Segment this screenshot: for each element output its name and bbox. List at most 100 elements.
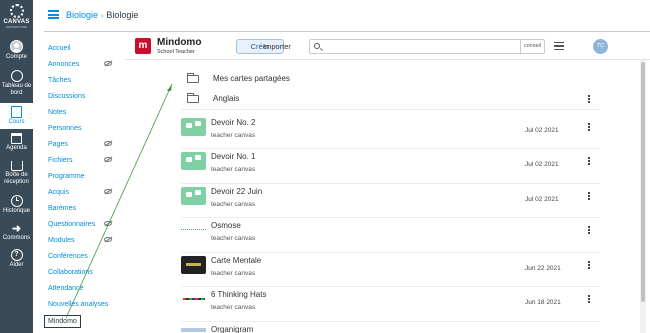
canvas-logo-subtext: INSTRUCTURE [5, 25, 28, 29]
search-input[interactable]: conseil [309, 39, 545, 54]
mindomo-logo-letter: m [138, 40, 148, 51]
more-options-icon[interactable] [588, 226, 590, 234]
course-nav-label: Tâches [48, 77, 71, 84]
map-thumbnail [181, 221, 206, 239]
course-nav-item-notes[interactable]: Notes [48, 109, 116, 116]
search-tip-button[interactable]: conseil [519, 40, 544, 53]
hidden-eye-icon [104, 237, 112, 242]
nav-courses-label: Cours [8, 119, 25, 125]
inbox-icon [10, 161, 23, 171]
map-date: Jun 22 2021 [525, 265, 561, 272]
nav-inbox-label: Boîte de réception [4, 172, 29, 185]
course-nav-item-collaborations[interactable]: Collaborations [48, 269, 116, 276]
course-nav-label: Accueil [48, 45, 71, 52]
breadcrumb-course-link[interactable]: Biologie [66, 10, 98, 20]
course-nav-label: Fichiers [48, 157, 73, 164]
commons-arrow-icon: ➜ [11, 223, 22, 235]
map-row[interactable]: Devoir No. 1 teacher canvas Jul 02 2021 [181, 149, 601, 184]
map-thumbnail [181, 325, 206, 333]
map-row[interactable]: Devoir No. 2 teacher canvas Jul 02 2021 [181, 115, 601, 149]
course-nav-item-annonces[interactable]: Annonces [48, 61, 116, 68]
map-title: Devoir No. 1 [211, 152, 256, 161]
import-button[interactable]: Importer [263, 42, 291, 51]
nav-commons-label: Commons [2, 235, 31, 241]
scrollbar-thumb[interactable] [641, 62, 645, 302]
course-nav-item-programme[interactable]: Programme [48, 173, 116, 180]
map-row[interactable]: Organigram [181, 322, 601, 333]
canvas-logo[interactable]: CANVAS INSTRUCTURE [0, 4, 33, 29]
nav-dashboard[interactable]: Tableau de bord [0, 70, 33, 97]
canvas-logo-icon [9, 4, 24, 18]
map-thumbnail [181, 118, 206, 136]
mindomo-logo-icon: m [135, 38, 151, 54]
map-thumbnail [181, 256, 206, 274]
breadcrumb-current: Biologie [106, 10, 139, 20]
course-nav-label: Collaborations [48, 269, 93, 276]
nav-account-label: Compte [5, 54, 27, 60]
course-header: Biologie › Biologie [33, 0, 650, 32]
history-clock-icon [10, 195, 23, 207]
map-owner: teacher canvas [211, 304, 256, 311]
map-thumbnail [181, 290, 206, 308]
menu-icon[interactable] [554, 42, 564, 50]
folder-icon [187, 93, 199, 103]
course-nav-item-acquis[interactable]: Acquis [48, 189, 116, 196]
nav-account[interactable]: Compte [0, 40, 33, 61]
nav-calendar[interactable]: Agenda [0, 133, 33, 152]
course-nav-item-nouvelles-analyses[interactable]: Nouvelles analyses [48, 301, 116, 308]
map-title: Devoir 22 Juin [211, 187, 263, 196]
hidden-eye-icon [104, 157, 112, 162]
hamburger-menu-icon[interactable] [48, 10, 59, 19]
map-row[interactable]: 6 Thinking Hats teacher canvas Jun 18 20… [181, 287, 601, 322]
course-nav-label: Mindomo [48, 318, 77, 325]
more-options-icon[interactable] [588, 295, 590, 303]
course-nav-item-mindomo[interactable]: Mindomo [44, 315, 81, 328]
map-date: Jul 02 2021 [525, 161, 559, 168]
map-title: Osmose [211, 221, 241, 230]
folder-icon [187, 73, 199, 83]
folder-row-shared[interactable]: Mes cartes partagées [181, 72, 601, 88]
course-nav-item-modules[interactable]: Modules [48, 237, 116, 244]
more-options-icon[interactable] [588, 95, 590, 103]
folder-title: Anglais [213, 94, 240, 103]
course-nav-label: Annonces [48, 61, 80, 68]
folder-row-anglais[interactable]: Anglais [181, 92, 601, 110]
map-row[interactable]: Carte Mentale teacher canvas Jun 22 2021 [181, 253, 601, 287]
course-nav-item-personnes[interactable]: Personnes [48, 125, 116, 132]
course-nav-label: Programme [48, 173, 85, 180]
nav-help-label: Aider [9, 262, 24, 268]
course-nav-item-attendance[interactable]: Attendance [48, 285, 116, 292]
course-nav-item-discussions[interactable]: Discussions [48, 93, 116, 100]
nav-help[interactable]: ? Aider [0, 249, 33, 269]
course-nav-item-questionnaires[interactable]: Questionnaires [48, 221, 116, 228]
nav-history[interactable]: Historique [0, 195, 33, 215]
course-nav-label: Pages [48, 141, 68, 148]
hidden-eye-icon [104, 61, 112, 66]
nav-courses[interactable]: Cours [0, 103, 33, 129]
map-title: Organigram [211, 325, 254, 333]
map-date: Jun 18 2021 [525, 299, 561, 306]
nav-inbox[interactable]: Boîte de réception [0, 161, 33, 186]
course-nav-label: Modules [48, 237, 75, 244]
course-nav-item-baremes[interactable]: Barèmes [48, 205, 116, 212]
map-row[interactable]: Osmose teacher canvas [181, 218, 601, 253]
course-nav-item-accueil[interactable]: Accueil [48, 45, 116, 52]
map-title: 6 Thinking Hats [211, 290, 267, 299]
course-nav-item-conferences[interactable]: Conférences [48, 253, 116, 260]
course-nav-item-taches[interactable]: Tâches [48, 77, 116, 84]
more-options-icon[interactable] [588, 157, 590, 165]
global-nav: CANVAS INSTRUCTURE Compte Tableau de bor… [0, 0, 33, 333]
user-avatar[interactable]: TC [593, 39, 608, 54]
map-row[interactable]: Devoir 22 Juin teacher canvas Jul 02 202… [181, 184, 601, 218]
map-date: Jul 02 2021 [525, 196, 559, 203]
folder-title: Mes cartes partagées [213, 74, 290, 83]
course-nav-item-pages[interactable]: Pages [48, 141, 116, 148]
hidden-eye-icon [104, 221, 112, 226]
calendar-icon [11, 133, 22, 144]
nav-commons[interactable]: ➜ Commons [0, 224, 33, 242]
more-options-icon[interactable] [588, 123, 590, 131]
more-options-icon[interactable] [588, 192, 590, 200]
more-options-icon[interactable] [588, 261, 590, 269]
course-nav-item-fichiers[interactable]: Fichiers [48, 157, 116, 164]
course-nav-label: Barèmes [48, 205, 77, 212]
